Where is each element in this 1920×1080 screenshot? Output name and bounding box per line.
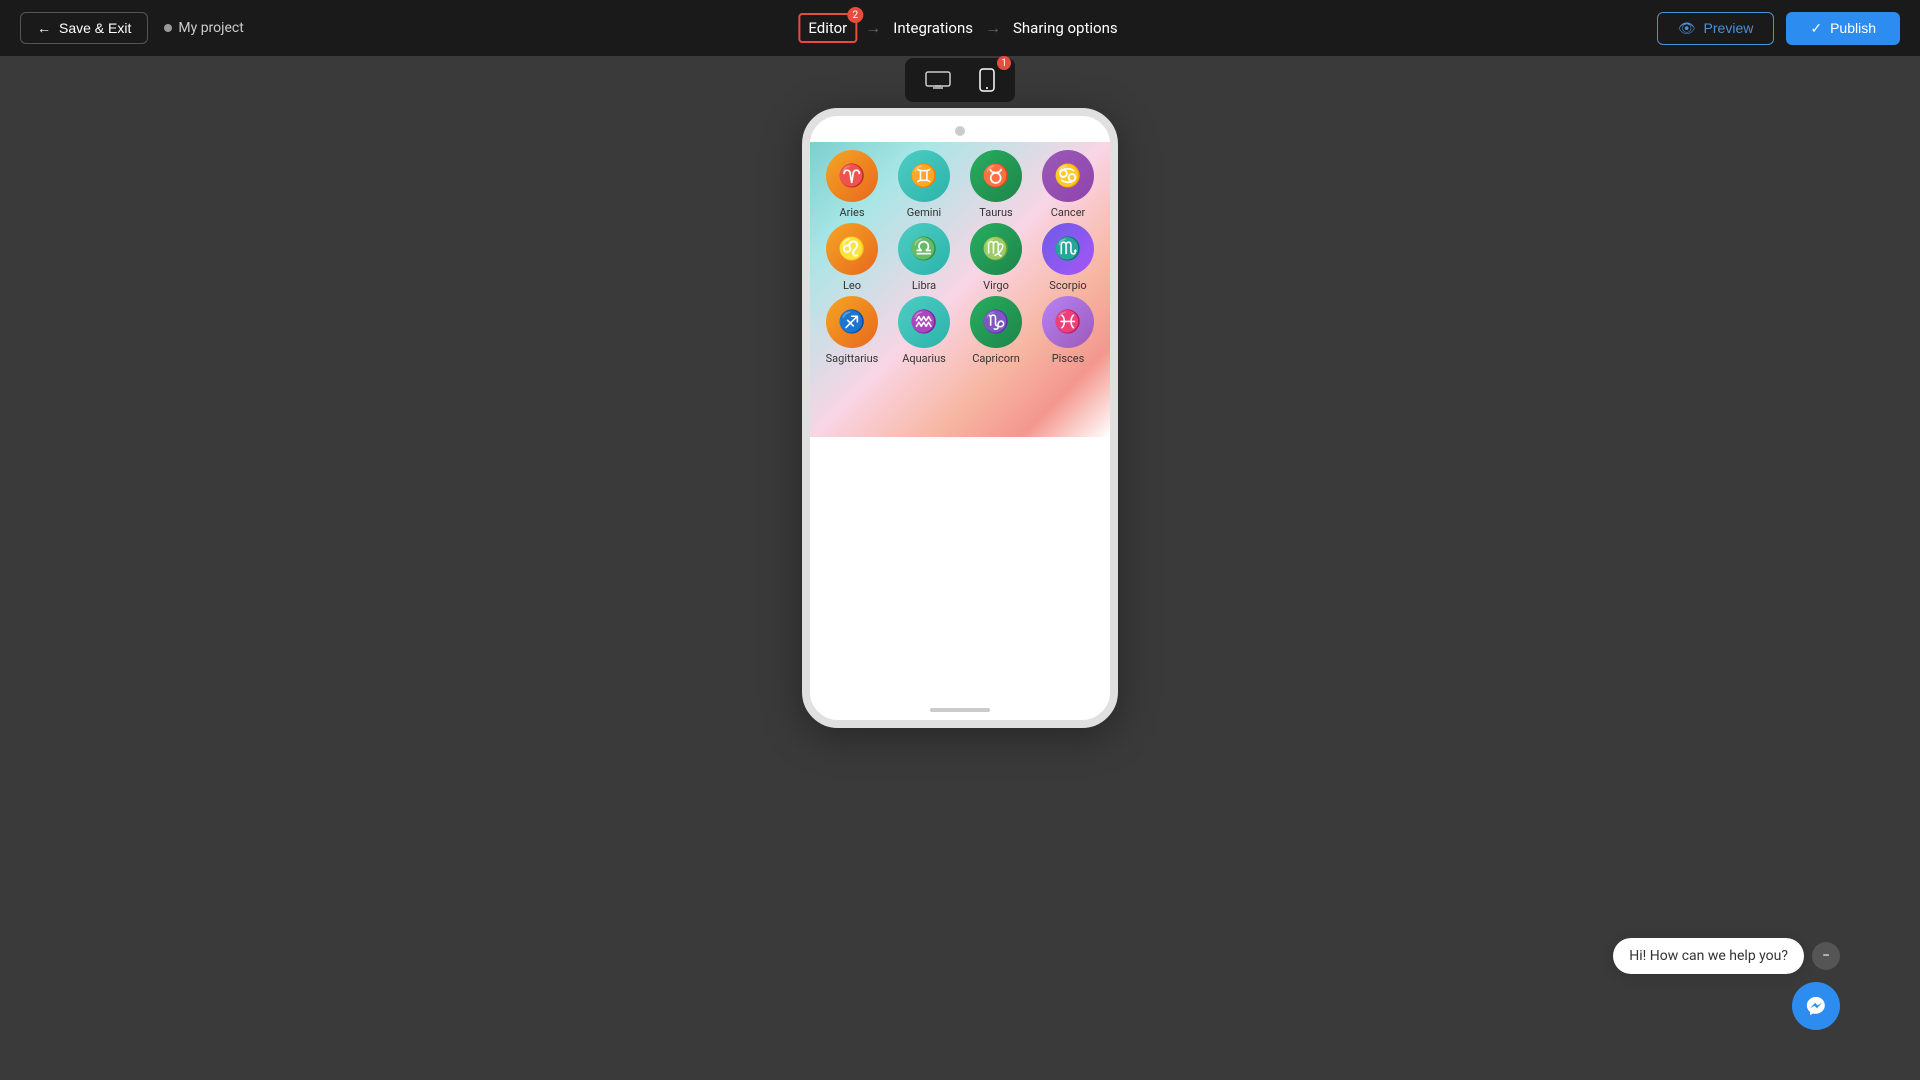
arrow-left-icon: ← [37,20,51,36]
zodiac-virgo[interactable]: ♍ Virgo [962,223,1030,292]
project-dot-icon [164,24,172,32]
zodiac-libra[interactable]: ♎ Libra [890,223,958,292]
gemini-circle: ♊ [898,150,950,202]
zodiac-sagittarius[interactable]: ♐ Sagittarius [818,296,886,365]
chat-row: Hi! How can we help you? − [1613,938,1840,974]
zodiac-capricorn[interactable]: ♑ Capricorn [962,296,1030,365]
top-navigation: ← Save & Exit My project Editor 2 → Inte… [0,0,1920,56]
pisces-symbol: ♓ [1054,310,1081,335]
sagittarius-label: Sagittarius [826,352,879,365]
zodiac-taurus[interactable]: ♉ Taurus [962,150,1030,219]
tab-sharing-label: Sharing options [1013,19,1118,37]
view-toggle-bar: 1 [905,58,1015,102]
libra-symbol: ♎ [910,237,937,262]
nav-right: 👁 Preview ✓ Publish [1657,12,1900,45]
publish-label: Publish [1830,20,1876,36]
scorpio-label: Scorpio [1049,279,1086,292]
zodiac-background: ♈ Aries ♊ Gemini ♉ Taurus [810,142,1110,437]
gemini-symbol: ♊ [910,164,937,189]
preview-button[interactable]: 👁 Preview [1657,12,1775,45]
taurus-label: Taurus [979,206,1012,219]
aries-circle: ♈ [826,150,878,202]
zodiac-pisces[interactable]: ♓ Pisces [1034,296,1102,365]
phone-camera [955,126,965,136]
aquarius-circle: ♒ [898,296,950,348]
sagittarius-circle: ♐ [826,296,878,348]
nav-left: ← Save & Exit My project [20,12,244,44]
phone-screen: ♈ Aries ♊ Gemini ♉ Taurus [810,142,1110,702]
zodiac-row-3: ♐ Sagittarius ♒ Aquarius ♑ [818,296,1102,365]
virgo-label: Virgo [983,279,1009,292]
aries-label: Aries [839,206,864,219]
zodiac-leo[interactable]: ♌ Leo [818,223,886,292]
nav-center-tabs: Editor 2 → Integrations → Sharing option… [798,13,1121,43]
chat-message-bubble: Hi! How can we help you? [1613,938,1804,974]
capricorn-label: Capricorn [972,352,1020,365]
tab-integrations-label: Integrations [893,19,973,37]
project-name-label: My project [178,20,243,36]
leo-label: Leo [843,279,861,292]
zodiac-aquarius[interactable]: ♒ Aquarius [890,296,958,365]
chat-widget: Hi! How can we help you? − [1613,938,1840,1030]
leo-circle: ♌ [826,223,878,275]
cancer-symbol: ♋ [1054,164,1081,189]
phone-content-area [810,437,1110,677]
minus-icon: − [1822,948,1830,964]
project-name: My project [164,20,243,36]
zodiac-aries[interactable]: ♈ Aries [818,150,886,219]
arrow-icon-1: → [865,18,881,38]
desktop-icon [925,71,951,89]
cancer-circle: ♋ [1042,150,1094,202]
publish-button[interactable]: ✓ Publish [1786,12,1900,45]
aquarius-symbol: ♒ [910,310,937,335]
chat-message-text: Hi! How can we help you? [1629,948,1788,964]
cancer-label: Cancer [1051,206,1086,219]
check-icon: ✓ [1810,20,1822,37]
messenger-icon [1805,995,1827,1017]
taurus-circle: ♉ [970,150,1022,202]
zodiac-gemini[interactable]: ♊ Gemini [890,150,958,219]
save-exit-label: Save & Exit [59,20,131,36]
phone-mockup: ♈ Aries ♊ Gemini ♉ Taurus [802,108,1118,728]
pisces-circle: ♓ [1042,296,1094,348]
editor-badge: 2 [847,7,863,23]
preview-label: Preview [1704,20,1754,36]
tab-editor[interactable]: Editor 2 [798,13,857,43]
leo-symbol: ♌ [838,237,865,262]
eye-icon: 👁 [1678,20,1696,37]
capricorn-symbol: ♑ [982,310,1009,335]
zodiac-row-2: ♌ Leo ♎ Libra ♍ Virgo [818,223,1102,292]
chat-minimize-button[interactable]: − [1812,942,1840,970]
capricorn-circle: ♑ [970,296,1022,348]
save-exit-button[interactable]: ← Save & Exit [20,12,148,44]
sagittarius-symbol: ♐ [838,310,865,335]
gemini-label: Gemini [907,206,941,219]
virgo-circle: ♍ [970,223,1022,275]
phone-home-indicator [930,708,990,712]
scorpio-symbol: ♏ [1054,237,1081,262]
mobile-badge: 1 [997,56,1011,70]
chat-icon-row [1792,982,1840,1030]
desktop-view-button[interactable] [917,67,959,93]
arrow-icon-2: → [985,18,1001,38]
chat-open-button[interactable] [1792,982,1840,1030]
phone-container: ♈ Aries ♊ Gemini ♉ Taurus [802,108,1118,728]
libra-label: Libra [912,279,936,292]
mobile-view-button[interactable] [971,64,1003,96]
zodiac-cancer[interactable]: ♋ Cancer [1034,150,1102,219]
zodiac-scorpio[interactable]: ♏ Scorpio [1034,223,1102,292]
tab-sharing[interactable]: Sharing options [1009,13,1122,43]
libra-circle: ♎ [898,223,950,275]
aries-symbol: ♈ [838,164,865,189]
tab-editor-label: Editor [808,19,847,37]
tab-integrations[interactable]: Integrations [889,13,977,43]
aquarius-label: Aquarius [902,352,946,365]
virgo-symbol: ♍ [982,237,1009,262]
scorpio-circle: ♏ [1042,223,1094,275]
mobile-icon [979,68,995,92]
taurus-symbol: ♉ [982,164,1009,189]
pisces-label: Pisces [1052,352,1085,365]
zodiac-row-1: ♈ Aries ♊ Gemini ♉ Taurus [818,150,1102,219]
mobile-view-wrapper: 1 [971,64,1003,96]
